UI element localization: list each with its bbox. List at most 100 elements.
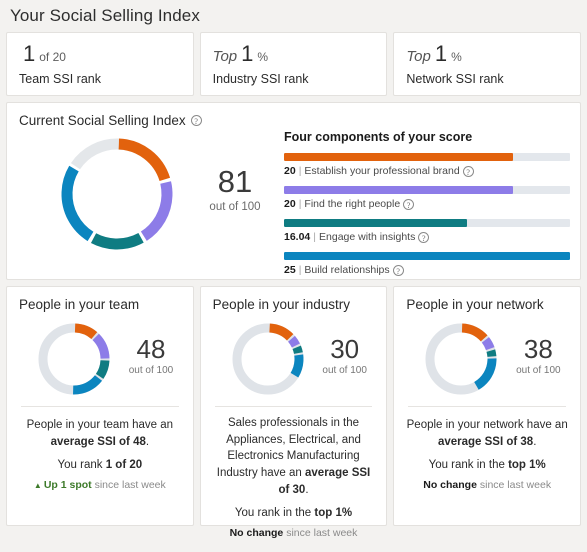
rank-card-team: 1 of 20 Team SSI rank xyxy=(6,32,194,96)
rank-label: Industry SSI rank xyxy=(213,72,375,86)
component-bar-fill xyxy=(284,219,467,227)
info-icon[interactable]: ? xyxy=(463,166,474,177)
ssi-score-block: 81 out of 100 xyxy=(197,166,273,213)
component-bar-fill xyxy=(284,153,513,161)
rank-prefix: Top xyxy=(213,49,237,64)
current-ssi-body: 81 out of 100 Four components of your sc… xyxy=(7,128,580,268)
peer-delta-strong: No change xyxy=(230,527,284,539)
peer-summary-text: Sales professionals in the Appliances, E… xyxy=(201,407,387,498)
component-separator: | xyxy=(313,231,316,243)
components-title: Four components of your score xyxy=(284,130,570,144)
component-separator: | xyxy=(299,264,302,276)
rank-value-group: Top 1 % xyxy=(213,43,375,65)
rank-number: 1 xyxy=(23,43,35,65)
ssi-dashboard: Your Social Selling Index 1 of 20 Team S… xyxy=(0,0,587,552)
peer-delta-rest: since last week xyxy=(480,479,551,491)
peer-score-value: 38 xyxy=(502,336,574,362)
peer-score-value: 48 xyxy=(115,336,187,362)
info-icon[interactable]: ? xyxy=(393,265,404,276)
peer-score-block: 48 out of 100 xyxy=(115,336,187,376)
peer-summary-text: People in your network have an average S… xyxy=(394,407,580,450)
current-ssi-chart-area: 81 out of 100 xyxy=(7,128,276,268)
rank-suffix: % xyxy=(451,51,462,63)
info-icon[interactable]: ? xyxy=(418,232,429,243)
peer-donut-chart xyxy=(422,320,500,403)
component-bar-fill xyxy=(284,186,513,194)
peer-rank-text: You rank 1 of 20 xyxy=(7,459,193,471)
peer-delta-rest: since last week xyxy=(286,527,357,539)
peer-score-block: 38 out of 100 xyxy=(502,336,574,376)
component-bar-track xyxy=(284,186,570,194)
component-separator: | xyxy=(299,198,302,210)
peer-donut-chart xyxy=(35,320,113,403)
peer-delta-strong: Up 1 spot xyxy=(44,479,92,491)
component-label: Find the right people xyxy=(304,198,400,210)
current-ssi-heading: Current Social Selling Index ? xyxy=(7,103,580,128)
peer-card-industry: People in your industry 30 xyxy=(200,286,388,526)
ssi-score-outof: out of 100 xyxy=(197,201,273,213)
peer-card-team: People in your team 48 xyxy=(6,286,194,526)
peer-score-outof: out of 100 xyxy=(309,365,381,376)
peer-card-network: People in your network 38 xyxy=(393,286,581,526)
component-value: 20 xyxy=(284,165,296,177)
rank-card-network: Top 1 % Network SSI rank xyxy=(393,32,581,96)
component-meta: 20 | Establish your professional brand ? xyxy=(284,165,570,177)
component-label: Build relationships xyxy=(304,264,389,276)
ssi-donut-chart xyxy=(55,132,179,261)
component-bar-fill xyxy=(284,252,570,260)
peer-summary-text: People in your team have an average SSI … xyxy=(7,407,193,450)
peer-score-outof: out of 100 xyxy=(502,365,574,376)
peer-delta-text: ▲Up 1 spot since last week xyxy=(7,479,193,491)
peer-delta-rest: since last week xyxy=(95,479,166,491)
component-insights: 16.04 | Engage with insights ? xyxy=(284,219,570,243)
components-panel: Four components of your score 20 | Estab… xyxy=(276,128,580,268)
peer-card-title: People in your network xyxy=(394,295,580,312)
info-icon[interactable]: ? xyxy=(403,199,414,210)
component-meta: 16.04 | Engage with insights ? xyxy=(284,231,570,243)
component-meta: 25 | Build relationships ? xyxy=(284,264,570,276)
peer-chart-area: 30 out of 100 xyxy=(201,312,387,404)
peer-score-outof: out of 100 xyxy=(115,365,187,376)
component-bar-track xyxy=(284,252,570,260)
component-brand: 20 | Establish your professional brand ? xyxy=(284,153,570,177)
peer-donut-chart xyxy=(229,320,307,403)
current-ssi-card: Current Social Selling Index ? xyxy=(6,102,581,280)
rank-number: 1 xyxy=(241,43,253,65)
peer-donut-svg xyxy=(422,320,500,398)
component-relationships: 25 | Build relationships ? xyxy=(284,252,570,276)
ssi-score-value: 81 xyxy=(197,166,273,197)
component-meta: 20 | Find the right people ? xyxy=(284,198,570,210)
peer-delta-strong: No change xyxy=(423,479,477,491)
current-ssi-heading-text: Current Social Selling Index xyxy=(19,113,186,128)
peer-delta-text: No change since last week xyxy=(394,479,580,491)
rank-label: Network SSI rank xyxy=(406,72,568,86)
rank-label: Team SSI rank xyxy=(19,72,181,86)
rank-value-group: 1 of 20 xyxy=(19,43,181,65)
caret-up-icon: ▲ xyxy=(34,481,42,490)
component-label: Establish your professional brand xyxy=(304,165,459,177)
peer-card-title: People in your team xyxy=(7,295,193,312)
peer-score-block: 30 out of 100 xyxy=(309,336,381,376)
rank-card-industry: Top 1 % Industry SSI rank xyxy=(200,32,388,96)
peer-rank-text: You rank in the top 1% xyxy=(201,507,387,519)
rank-card-row: 1 of 20 Team SSI rank Top 1 % Industry S… xyxy=(0,32,587,96)
rank-number: 1 xyxy=(435,43,447,65)
peer-donut-svg xyxy=(229,320,307,398)
peer-score-value: 30 xyxy=(309,336,381,362)
rank-value-group: Top 1 % xyxy=(406,43,568,65)
rank-suffix: % xyxy=(257,51,268,63)
rank-prefix: Top xyxy=(406,49,430,64)
peer-card-row: People in your team 48 xyxy=(0,280,587,526)
component-bar-track xyxy=(284,153,570,161)
component-people: 20 | Find the right people ? xyxy=(284,186,570,210)
peer-card-title: People in your industry xyxy=(201,295,387,312)
component-value: 20 xyxy=(284,198,296,210)
component-value: 25 xyxy=(284,264,296,276)
peer-donut-svg xyxy=(35,320,113,398)
peer-chart-area: 48 out of 100 xyxy=(7,312,193,404)
component-value: 16.04 xyxy=(284,231,310,243)
component-label: Engage with insights xyxy=(319,231,415,243)
ssi-donut-svg xyxy=(55,132,179,256)
peer-rank-text: You rank in the top 1% xyxy=(394,459,580,471)
info-icon[interactable]: ? xyxy=(191,115,202,126)
